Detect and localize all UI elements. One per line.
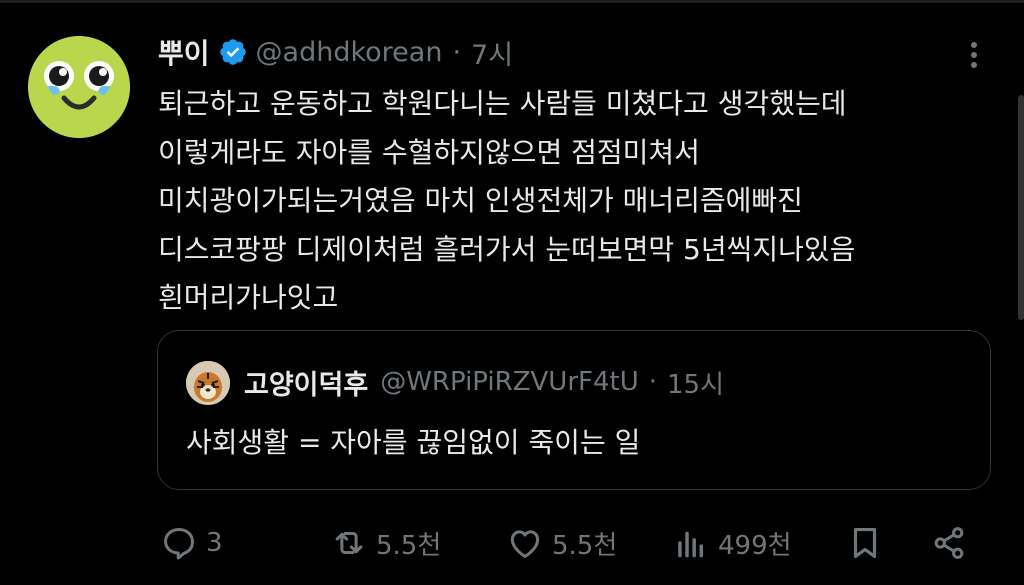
- quoted-author-handle: @WRPiPiRZVUrF4tU: [380, 367, 639, 397]
- author-avatar[interactable]: [28, 36, 130, 138]
- quoted-post-header: 고양이덕후 @WRPiPiRZVUrF4tU · 15시: [244, 359, 724, 405]
- like-button[interactable]: 5.5천: [506, 518, 617, 568]
- views-icon: [678, 531, 704, 558]
- post-time[interactable]: 7시: [471, 33, 513, 72]
- quoted-post-time: 15시: [667, 369, 725, 400]
- action-bar: 3 5.5천 5.5천 499천: [0, 518, 1024, 568]
- author-handle[interactable]: @adhdkorean: [256, 37, 443, 68]
- more-button[interactable]: [960, 38, 988, 72]
- reply-icon: [164, 528, 194, 560]
- quoted-header-separator: ·: [648, 367, 658, 397]
- quoted-author-name: 고양이덕후: [244, 369, 369, 401]
- quoted-author-avatar: [186, 361, 230, 405]
- avatar-face-image: [28, 36, 130, 138]
- scrollbar[interactable]: [1018, 95, 1024, 320]
- quoted-post-text: 사회생활 = 자아를 끊임없이 죽이는 일: [186, 426, 641, 459]
- bookmark-icon: [853, 527, 877, 559]
- verified-badge-icon: [219, 39, 246, 65]
- tiger-avatar-image: [186, 361, 230, 405]
- post-text-line: 이렇게라도 자아를 수혈하지않으면 점점미쳐서: [158, 135, 700, 169]
- post-text: 퇴근하고 운동하고 학원다니는 사람들 미쳤다고 생각했는데 이렇게라도 자아를…: [158, 80, 998, 323]
- repost-count: 5.5천: [376, 530, 442, 561]
- share-button[interactable]: [930, 518, 968, 568]
- reply-button[interactable]: 3: [160, 518, 223, 568]
- reply-count: 3: [206, 528, 223, 558]
- more-icon: [971, 42, 977, 68]
- post-text-line: 미치광이가되는거였음 마치 인생전체가 매너리즘에빠진: [158, 184, 803, 217]
- bookmark-button[interactable]: [846, 518, 884, 568]
- share-icon: [934, 527, 964, 559]
- repost-icon: [335, 531, 363, 555]
- heart-icon: [510, 530, 540, 558]
- author-name[interactable]: 뿌이: [158, 32, 210, 72]
- header-separator: ·: [452, 36, 462, 68]
- top-divider: [0, 0, 1024, 3]
- post-text-line: 디스코팡팡 디제이처럼 흘러가서 눈떠보면막 5년씩지나있음: [158, 232, 856, 266]
- like-count: 5.5천: [552, 530, 618, 561]
- views-count: 499천: [718, 530, 792, 561]
- views-button[interactable]: 499천: [672, 518, 792, 568]
- post-text-line: 흰머리가나잇고: [158, 281, 339, 314]
- post-header: 뿌이 @adhdkorean · 7시: [158, 30, 513, 74]
- repost-button[interactable]: 5.5천: [330, 518, 441, 568]
- post-text-line: 퇴근하고 운동하고 학원다니는 사람들 미쳤다고 생각했는데: [158, 87, 847, 120]
- quoted-post-card[interactable]: 고양이덕후 @WRPiPiRZVUrF4tU · 15시 사회생활 = 자아를 …: [157, 330, 991, 490]
